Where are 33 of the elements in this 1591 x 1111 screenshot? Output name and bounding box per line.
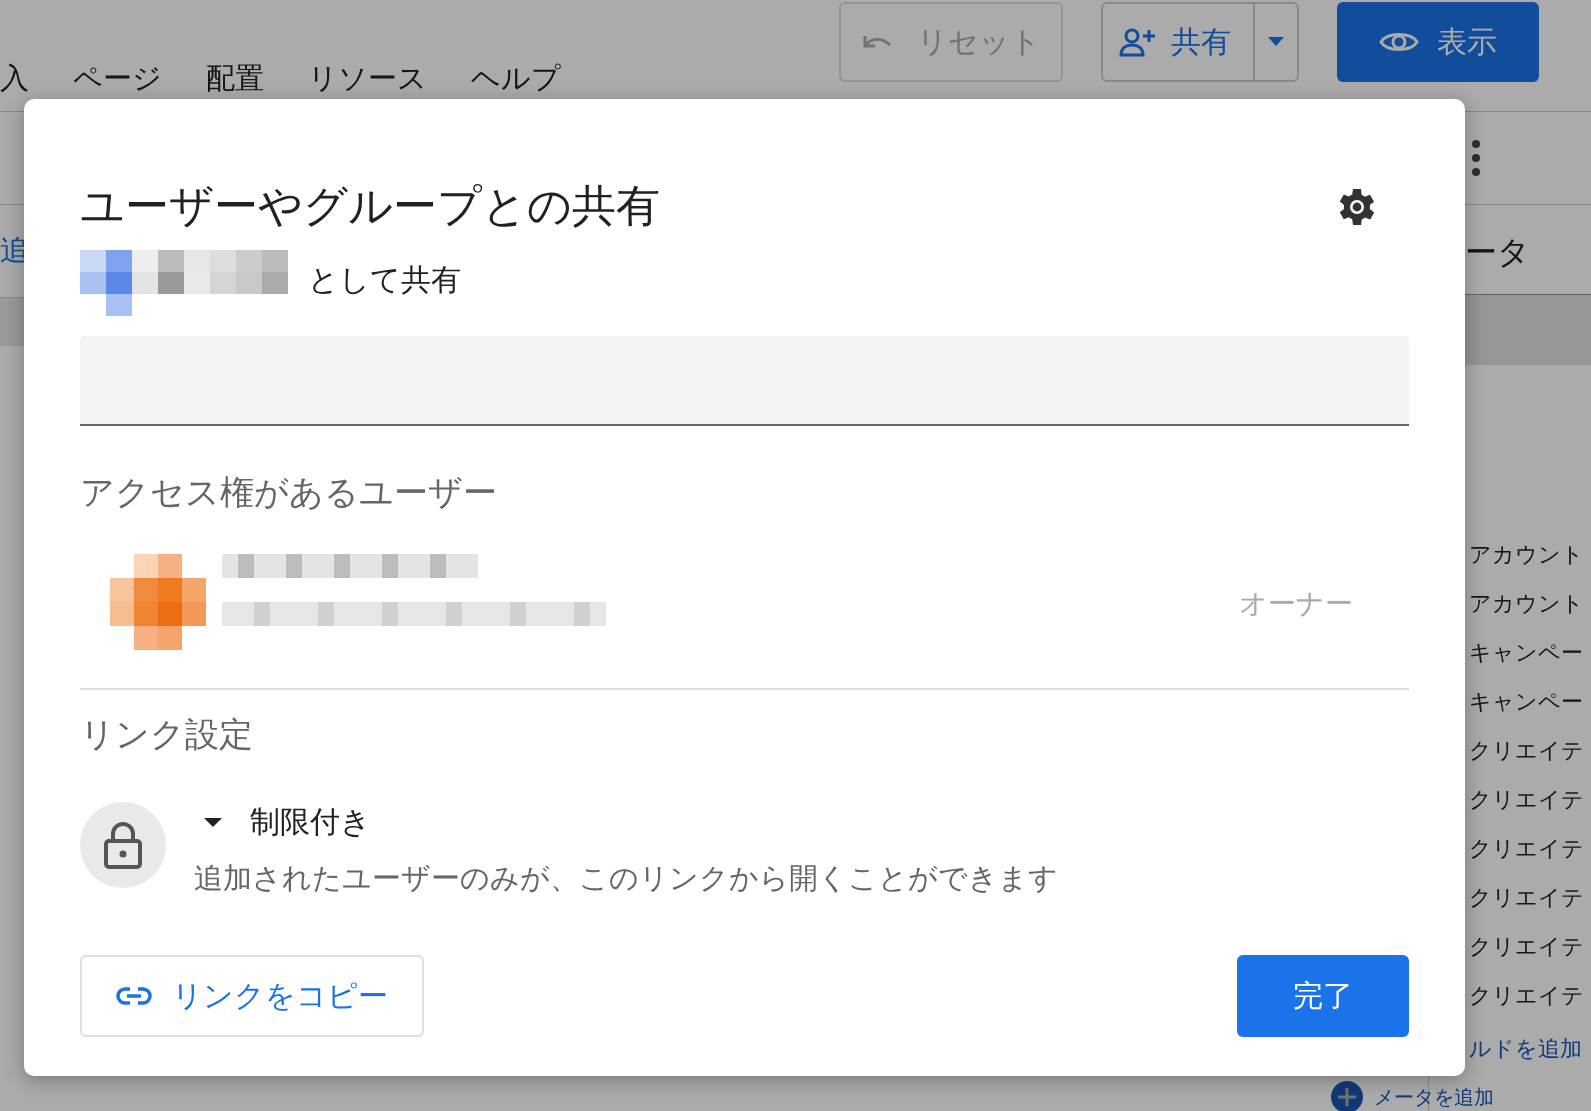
caret-icon (1268, 37, 1284, 47)
menu-item[interactable]: ヘルプ (471, 59, 561, 99)
field-item[interactable]: クリエイテ (1469, 737, 1591, 765)
view-button[interactable]: 表示 (1337, 2, 1539, 82)
dialog-title: ユーザーやグループとの共有 (80, 179, 660, 233)
field-item[interactable]: アカウント (1469, 590, 1591, 618)
field-item[interactable]: キャンペー (1469, 639, 1591, 667)
field-item[interactable]: クリエイテ (1469, 933, 1591, 961)
sharing-as-label: として共有 (308, 260, 461, 299)
link-icon (116, 986, 152, 1006)
more-icon[interactable] (1471, 140, 1481, 176)
link-description: 追加されたユーザーのみが、このリンクから開くことができます (194, 860, 1058, 897)
copy-link-button[interactable]: リンクをコピー (80, 955, 424, 1037)
done-button[interactable]: 完了 (1237, 955, 1409, 1037)
menu-item[interactable]: 入 (0, 59, 29, 99)
access-dropdown[interactable]: 制限付き (194, 802, 371, 843)
role-label: オーナー (1239, 586, 1353, 622)
add-parameter-link[interactable]: メータを追加 (1330, 1080, 1494, 1111)
section-heading: アクセス権があるユーザー (80, 471, 498, 514)
field-item[interactable]: クリエイテ (1469, 884, 1591, 912)
field-item[interactable]: クリエイテ (1469, 982, 1591, 1010)
field-item[interactable]: アカウント (1469, 541, 1591, 569)
add-person-icon (1119, 27, 1157, 57)
menu-item[interactable]: リソース (308, 59, 427, 99)
plus-icon (1330, 1080, 1364, 1111)
section-heading: リンク設定 (80, 713, 254, 756)
field-item[interactable]: クリエイテ (1469, 786, 1591, 814)
caret-icon (204, 817, 222, 828)
menu-item[interactable]: ページ (73, 59, 162, 99)
menu-item[interactable]: 配置 (206, 59, 264, 99)
field-item[interactable]: キャンペー (1469, 688, 1591, 716)
field-item[interactable]: クリエイテ (1469, 835, 1591, 863)
add-people-field[interactable] (80, 336, 1409, 426)
